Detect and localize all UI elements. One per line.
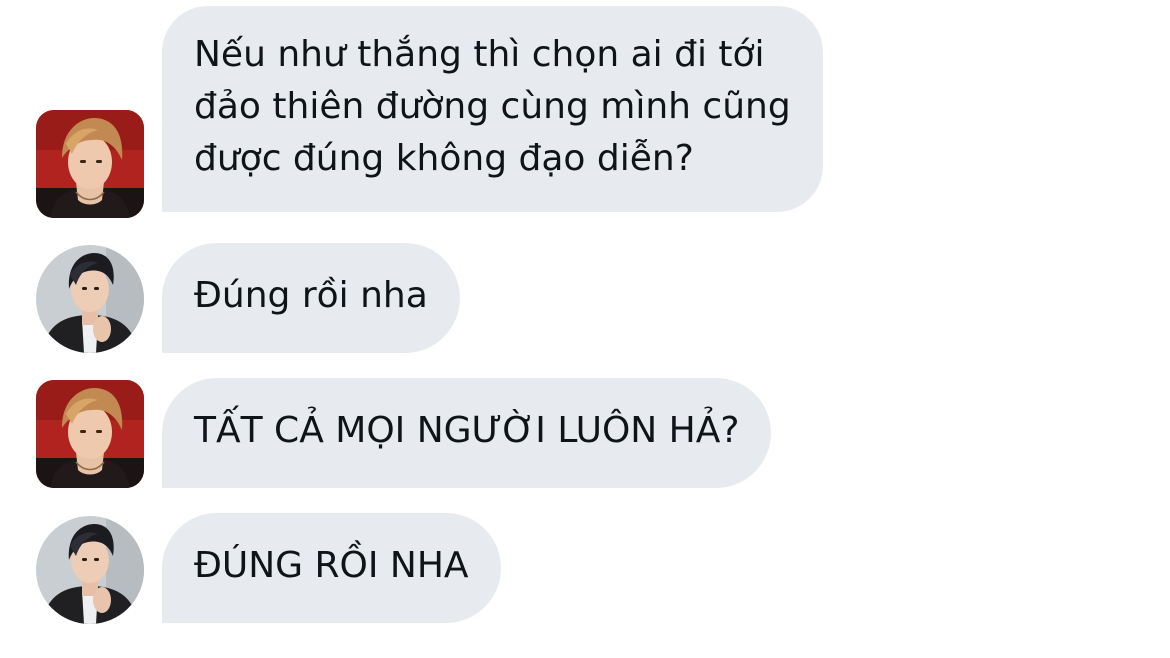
message-text: được đúng không đạo diễn?: [194, 138, 694, 179]
conversation-thread: Nếu như thắng thì chọn ai đi tới đảo thi…: [0, 0, 1170, 658]
message-bubble[interactable]: ĐÚNG RỒI NHA: [162, 513, 501, 623]
message-bubble[interactable]: TẤT CẢ MỌI NGƯỜI LUÔN HẢ?: [162, 378, 772, 488]
profile-photo-icon: [36, 245, 144, 353]
avatar[interactable]: [36, 516, 144, 624]
message-row: Đúng rồi nha: [0, 243, 1170, 353]
avatar[interactable]: [36, 380, 144, 488]
avatar[interactable]: [36, 110, 144, 218]
profile-photo-icon: [36, 110, 144, 218]
profile-photo-icon: [36, 516, 144, 624]
message-text: TẤT CẢ MỌI NGƯỜI LUÔN HẢ?: [194, 410, 740, 451]
message-text: Đúng rồi nha: [194, 275, 428, 316]
message-text: Nếu như thắng thì chọn ai đi tới: [194, 34, 765, 75]
message-bubble[interactable]: Đúng rồi nha: [162, 243, 460, 353]
message-row: ĐÚNG RỒI NHA: [0, 513, 1170, 624]
message-text: ĐÚNG RỒI NHA: [194, 545, 469, 586]
profile-photo-icon: [36, 380, 144, 488]
message-row: TẤT CẢ MỌI NGƯỜI LUÔN HẢ?: [0, 378, 1170, 488]
avatar[interactable]: [36, 245, 144, 353]
message-row: Nếu như thắng thì chọn ai đi tới đảo thi…: [0, 6, 1170, 218]
message-bubble[interactable]: Nếu như thắng thì chọn ai đi tới đảo thi…: [162, 6, 823, 212]
message-text: đảo thiên đường cùng mình cũng: [194, 86, 791, 127]
